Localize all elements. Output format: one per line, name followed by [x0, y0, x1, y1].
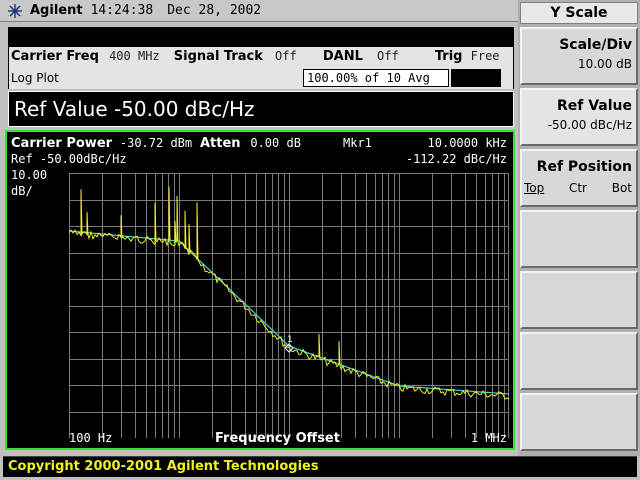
ref-position-top[interactable]: Top — [524, 181, 544, 195]
marker-amplitude: -112.22 dBc/Hz — [405, 152, 507, 166]
signal-track-value: Off — [275, 49, 297, 63]
reference-level: Ref -50.00dBc/Hz — [11, 152, 127, 166]
copyright-text: Copyright 2000-2001 Agilent Technologies — [8, 459, 319, 474]
agilent-logo-icon — [6, 2, 24, 20]
x-axis-label: Frequency Offset — [215, 431, 340, 446]
carrier-freq-label: Carrier Freq — [11, 49, 99, 64]
scale-unit: dB/ — [11, 184, 33, 198]
ref-position-options: Top Ctr Bot — [524, 181, 632, 195]
carrier-freq-value: 400 MHz — [109, 49, 160, 63]
trig-label: Trig — [434, 49, 463, 64]
active-entry-field[interactable]: Ref Value -50.00 dBc/Hz — [8, 91, 514, 127]
ref-position-bot[interactable]: Bot — [612, 181, 632, 195]
scale-div-softkey[interactable]: Scale/Div 10.00 dB — [520, 27, 638, 85]
x-axis-stop: 1 MHz — [470, 431, 507, 445]
marker-number: 1 — [287, 335, 293, 345]
danl-label: DANL — [322, 49, 363, 64]
softkey-5[interactable] — [520, 271, 638, 329]
date: Dec 28, 2002 — [167, 3, 262, 18]
scale-div-label: Scale/Div — [559, 37, 632, 53]
log-plot-label: Log Plot — [11, 71, 59, 85]
trig-value: Free — [470, 49, 500, 63]
softkey-4[interactable] — [520, 210, 638, 268]
ref-value-label: Ref Value — [556, 98, 632, 114]
info-row: Carrier Freq 400 MHz Signal Track Off DA… — [11, 49, 500, 64]
status-footer: Copyright 2000-2001 Agilent Technologies — [3, 456, 637, 477]
scale-value: 10.00 — [11, 168, 48, 182]
clock: 14:24:38 — [90, 3, 154, 18]
menu-title: Y Scale — [520, 2, 638, 24]
brand-name: Agilent — [30, 3, 83, 18]
ref-value-value: -50.00 dBc/Hz — [547, 118, 632, 132]
signal-track-label: Signal Track — [173, 49, 263, 64]
ref-position-ctr[interactable]: Ctr — [569, 181, 587, 195]
ref-value-softkey[interactable]: Ref Value -50.00 dBc/Hz — [520, 88, 638, 146]
scale-div-value: 10.00 dB — [577, 57, 632, 71]
measurement-info-panel: Carrier Freq 400 MHz Signal Track Off DA… — [8, 47, 514, 89]
graph-display[interactable]: Carrier Power -30.72 dBm Atten 0.00 dB M… — [5, 130, 515, 450]
trace-plot[interactable]: 1 — [69, 173, 509, 438]
danl-value: Off — [377, 49, 399, 63]
carrier-power-readout: Carrier Power -30.72 dBm Atten 0.00 dB — [11, 136, 301, 151]
carrier-power-label: Carrier Power — [11, 136, 113, 151]
softkey-menu: Y Scale Scale/Div 10.00 dB Ref Value -50… — [518, 0, 640, 456]
atten-label: Atten — [199, 136, 241, 151]
x-axis-start: 100 Hz — [69, 431, 113, 445]
title-bar: Agilent 14:24:38 Dec 28, 2002 — [0, 0, 518, 22]
atten-value: 0.00 dB — [250, 136, 301, 150]
marker-label: Mkr1 — [343, 136, 372, 150]
active-entry-text: Ref Value -50.00 dBc/Hz — [14, 97, 255, 121]
marker-frequency: 10.0000 kHz — [427, 136, 507, 150]
carrier-power-value: -30.72 dBm — [119, 136, 193, 150]
softkey-6[interactable] — [520, 332, 638, 390]
softkey-7[interactable] — [520, 393, 638, 451]
ref-position-label: Ref Position — [536, 159, 632, 175]
status-indicator — [451, 69, 501, 87]
ref-position-softkey[interactable]: Ref Position Top Ctr Bot — [520, 149, 638, 207]
graticule — [69, 173, 509, 438]
status-bar — [8, 27, 514, 47]
average-status: 100.00% of 10 Avg — [303, 69, 449, 87]
